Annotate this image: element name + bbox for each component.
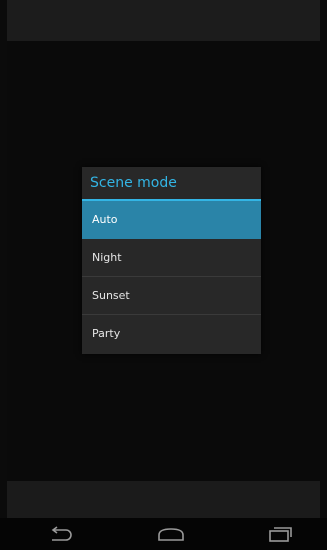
recent-apps-button[interactable] — [258, 522, 302, 546]
scene-mode-dialog: Scene mode Auto Night Sunset Party — [82, 167, 261, 354]
scene-option-night[interactable]: Night — [82, 239, 261, 277]
scene-option-party[interactable]: Party — [82, 315, 261, 352]
bottom-control-bar — [7, 481, 320, 518]
dialog-title: Scene mode — [90, 175, 177, 191]
back-button[interactable] — [40, 522, 84, 546]
scene-option-auto[interactable]: Auto — [82, 201, 261, 239]
camera-screen: Scene mode Auto Night Sunset Party — [0, 0, 327, 550]
back-arrow-icon — [51, 526, 72, 541]
scene-option-sunset[interactable]: Sunset — [82, 277, 261, 315]
home-icon — [158, 528, 184, 541]
top-control-bar — [7, 0, 320, 41]
home-button[interactable] — [149, 522, 193, 546]
navigation-bar — [0, 518, 327, 550]
recent-apps-icon — [269, 527, 292, 542]
